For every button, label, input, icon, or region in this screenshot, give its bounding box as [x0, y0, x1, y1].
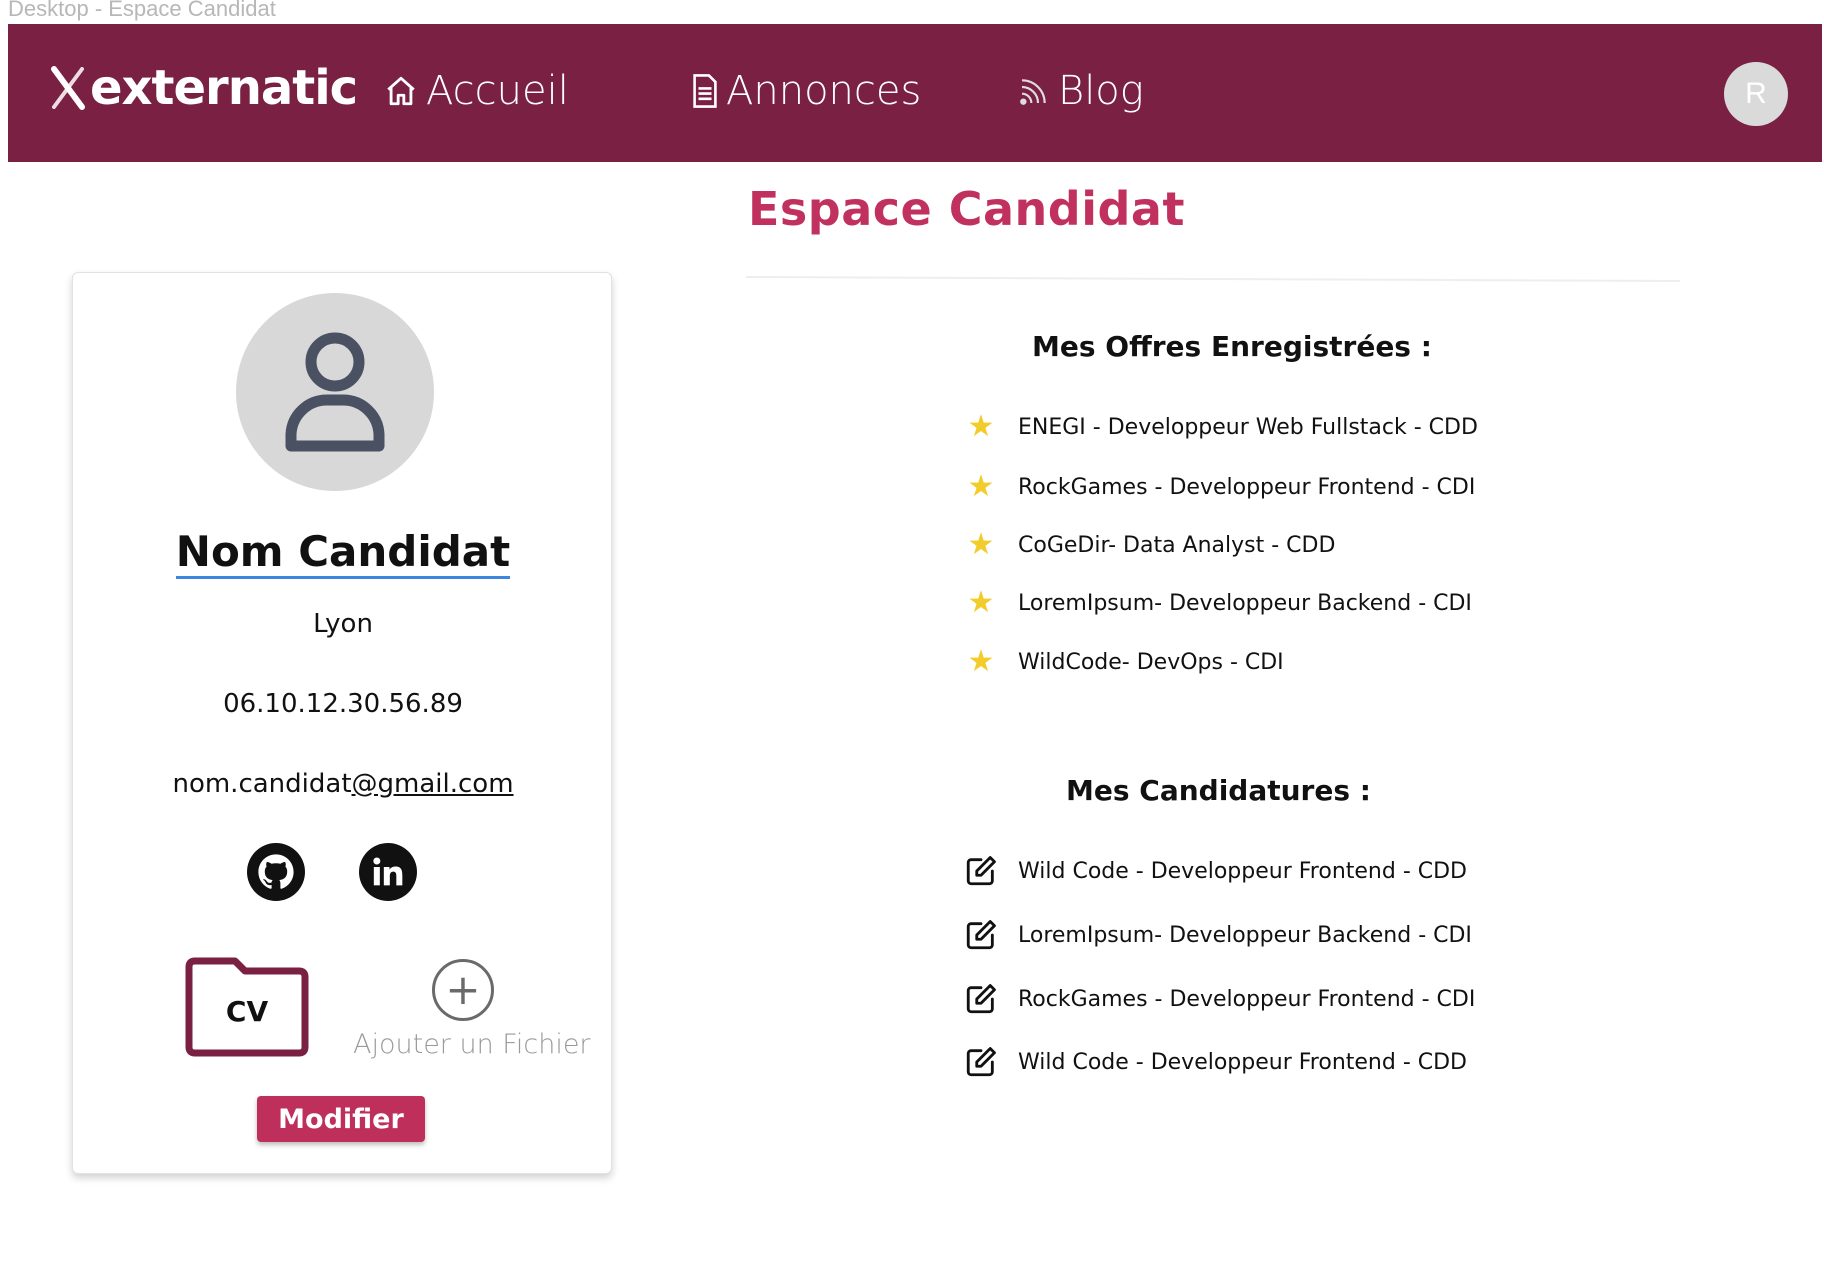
rss-icon	[1020, 79, 1046, 105]
nav-blog-label: Blog	[1058, 68, 1144, 114]
email-domain: @gmail.com	[351, 769, 514, 799]
document-icon	[693, 74, 717, 108]
saved-offer-label: RockGames - Developpeur Frontend - CDI	[1018, 474, 1476, 500]
saved-offer-label: CoGeDir- Data Analyst - CDD	[1018, 532, 1336, 558]
application-label: RockGames - Developpeur Frontend - CDI	[1018, 986, 1476, 1012]
add-file-button[interactable]: + Ajouter un Fichier	[353, 959, 591, 1060]
saved-offer-item[interactable]: ★ WildCode- DevOps - CDI	[964, 645, 1284, 679]
application-item[interactable]: LoremIpsum- Developpeur Backend - CDI	[964, 918, 1472, 952]
application-item[interactable]: RockGames - Developpeur Frontend - CDI	[964, 982, 1475, 1016]
home-icon	[387, 76, 415, 106]
applications-title: Mes Candidatures :	[1066, 774, 1371, 807]
edit-icon	[964, 982, 998, 1016]
saved-offer-label: LoremIpsum- Developpeur Backend - CDI	[1018, 590, 1472, 616]
linkedin-icon	[373, 857, 403, 886]
brand-x-icon	[51, 66, 85, 110]
star-icon: ★	[967, 644, 995, 679]
edit-icon	[964, 1045, 998, 1079]
edit-icon	[964, 918, 998, 952]
github-link[interactable]	[247, 843, 305, 901]
modify-button[interactable]: Modifier	[257, 1096, 425, 1142]
edit-icon	[964, 854, 998, 888]
cv-label: CV	[225, 995, 269, 1028]
saved-offer-item[interactable]: ★ RockGames - Developpeur Frontend - CDI	[964, 469, 1476, 504]
star-icon: ★	[967, 409, 995, 444]
nav-annonces-label: Annonces	[726, 68, 922, 114]
github-icon	[258, 854, 294, 889]
star-icon: ★	[967, 527, 995, 562]
candidate-email[interactable]: nom.candidat@gmail.com	[73, 769, 613, 799]
page-title: Espace Candidat	[748, 182, 1185, 236]
saved-offer-item[interactable]: ★ CoGeDir- Data Analyst - CDD	[964, 527, 1336, 562]
candidate-phone: 06.10.12.30.56.89	[223, 689, 463, 719]
application-item[interactable]: Wild Code - Developpeur Frontend - CDD	[964, 854, 1467, 888]
email-link[interactable]: nom.candidat@gmail.com	[172, 769, 513, 799]
profile-avatar	[236, 293, 434, 491]
application-item[interactable]: Wild Code - Developpeur Frontend - CDD	[964, 1045, 1467, 1079]
candidate-name-text: Nom Candidat	[175, 527, 511, 579]
title-divider	[746, 275, 1680, 283]
user-icon	[285, 332, 385, 452]
saved-offer-item[interactable]: ★ ENEGI - Developpeur Web Fullstack - CD…	[964, 410, 1478, 444]
star-icon: ★	[967, 469, 995, 504]
add-file-label: Ajouter un Fichier	[353, 1029, 591, 1060]
brand-logo[interactable]: externatic	[48, 60, 358, 116]
candidate-name: Nom Candidat	[73, 527, 613, 579]
nav-accueil-label: Accueil	[426, 68, 569, 114]
saved-offers-title: Mes Offres Enregistrées :	[1032, 330, 1432, 363]
application-label: Wild Code - Developpeur Frontend - CDD	[1018, 858, 1468, 884]
plus-icon: +	[432, 959, 494, 1021]
saved-offer-label: ENEGI - Developpeur Web Fullstack - CDD	[1018, 414, 1478, 440]
cv-folder-button[interactable]: CV	[185, 957, 309, 1057]
linkedin-link[interactable]	[359, 843, 417, 901]
saved-offer-item[interactable]: ★ LoremIpsum- Developpeur Backend - CDI	[964, 586, 1472, 620]
candidate-city: Lyon	[313, 609, 373, 639]
star-icon: ★	[967, 585, 995, 620]
application-label: LoremIpsum- Developpeur Backend - CDI	[1018, 922, 1472, 948]
nav-annonces[interactable]: Annonces	[692, 68, 921, 114]
window-title: Desktop - Espace Candidat	[8, 0, 276, 21]
application-label: Wild Code - Developpeur Frontend - CDD	[1018, 1049, 1468, 1075]
brand-name: externatic	[90, 60, 358, 116]
email-local: nom.candidat	[172, 769, 352, 799]
user-avatar-button[interactable]: R	[1724, 62, 1788, 126]
saved-offer-label: WildCode- DevOps - CDI	[1018, 649, 1284, 675]
nav-blog[interactable]: Blog	[1018, 68, 1144, 114]
profile-card: Nom Candidat Lyon 06.10.12.30.56.89 nom.…	[72, 272, 612, 1174]
nav-accueil[interactable]: Accueil	[384, 68, 569, 114]
top-navbar: externatic Accueil Annonces Blog R	[8, 24, 1822, 162]
